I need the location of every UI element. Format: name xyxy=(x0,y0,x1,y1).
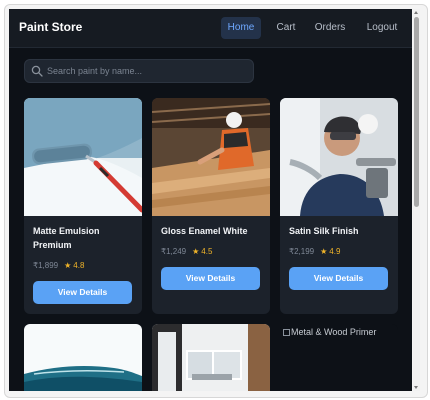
search-bar[interactable] xyxy=(24,59,254,83)
product-price: ₹1,899 xyxy=(33,261,59,270)
scroll-up-icon[interactable] xyxy=(414,11,418,14)
product-card: Metal & Wood Primer xyxy=(280,324,398,391)
painter-spraying-photo xyxy=(280,98,398,216)
ocean-wave-photo[interactable] xyxy=(24,324,142,391)
broken-image-icon xyxy=(283,329,290,336)
nav-orders[interactable]: Orders xyxy=(310,17,350,39)
nav-home[interactable]: Home xyxy=(221,17,261,39)
search-icon xyxy=(31,65,43,77)
nav-logout[interactable]: Logout xyxy=(360,17,404,39)
star-icon: ★ xyxy=(192,247,200,256)
product-meta: ₹2,199 ★ 4.9 xyxy=(289,247,340,256)
scroll-down-icon[interactable] xyxy=(414,386,418,389)
product-meta: ₹1,249 ★ 4.5 xyxy=(161,247,212,256)
product-name[interactable]: Matte Emulsion Premium xyxy=(33,224,137,252)
product-image[interactable] xyxy=(24,98,142,216)
star-icon: ★ xyxy=(64,261,72,270)
product-rating: 4.8 xyxy=(73,261,85,270)
paint-roller-photo xyxy=(24,98,142,216)
product-card: Matte Emulsion Premium ₹1,899 ★ 4.8 View D… xyxy=(24,98,142,314)
product-name[interactable]: Satin Silk Finish xyxy=(289,224,393,238)
product-rating: 4.5 xyxy=(201,247,213,256)
image-alt-text: Metal & Wood Primer xyxy=(291,327,377,337)
view-details-button[interactable]: View Details xyxy=(161,267,260,290)
view-details-button[interactable]: View Details xyxy=(289,267,388,290)
search-input[interactable] xyxy=(47,63,247,79)
product-meta: ₹1,899 ★ 4.8 xyxy=(33,261,84,270)
product-image[interactable] xyxy=(152,98,270,216)
product-card: Gloss Enamel White ₹1,249 ★ 4.5 View Detai… xyxy=(152,98,270,314)
woodworking-photo xyxy=(152,98,270,216)
product-image[interactable] xyxy=(280,98,398,216)
view-details-button[interactable]: View Details xyxy=(33,281,132,304)
app-window: Paint Store Home Cart Orders Logout Sear… xyxy=(9,9,412,391)
product-card xyxy=(152,324,270,391)
scrollbar[interactable] xyxy=(413,9,420,391)
modern-interior-photo[interactable] xyxy=(152,324,270,391)
nav-cart[interactable]: Cart xyxy=(271,17,301,39)
scrollbar-thumb[interactable] xyxy=(414,17,419,207)
navbar: Paint Store Home Cart Orders Logout xyxy=(9,9,412,48)
star-icon: ★ xyxy=(320,247,328,256)
product-name[interactable]: Gloss Enamel White xyxy=(161,224,265,238)
brand-title[interactable]: Paint Store xyxy=(19,20,82,34)
product-image-alt[interactable]: Metal & Wood Primer xyxy=(283,327,376,337)
product-card xyxy=(24,324,142,391)
product-rating: 4.9 xyxy=(329,247,341,256)
product-card: Satin Silk Finish ₹2,199 ★ 4.9 View Detail… xyxy=(280,98,398,314)
product-price: ₹1,249 xyxy=(161,247,187,256)
product-price: ₹2,199 xyxy=(289,247,315,256)
